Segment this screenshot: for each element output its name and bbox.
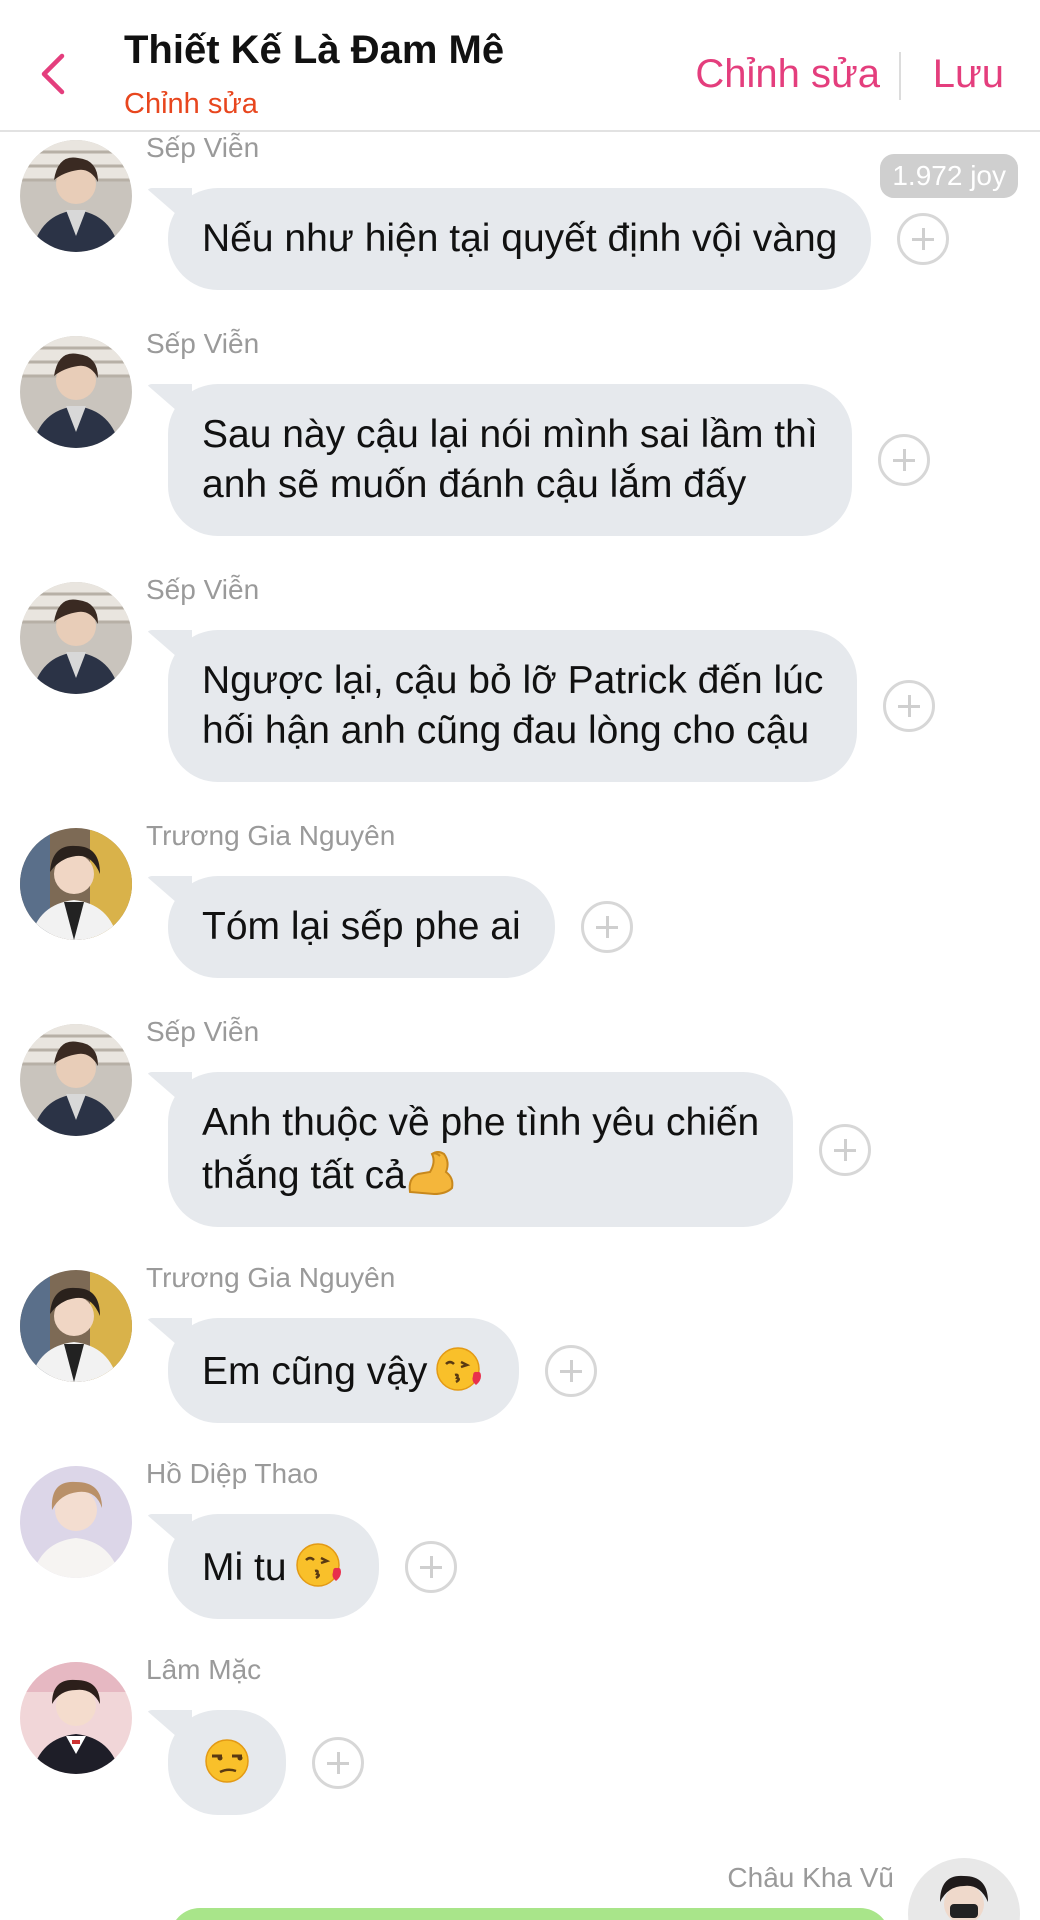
joy-badge: 1.972 joy [880,154,1018,198]
message-bubble[interactable] [168,1710,286,1815]
add-reaction-button[interactable] [545,1344,598,1397]
own-sender-name: Châu Kha Vũ [727,1862,894,1893]
header-divider [899,52,901,100]
avatar[interactable] [20,1024,132,1136]
add-reaction-button[interactable] [883,680,936,732]
sender-name: Trương Gia Nguyên [146,820,396,851]
message-bubble[interactable]: Sau này cậu lại nói mình sai lầm thì anh… [168,384,852,536]
sender-name: Lâm Mặc [146,1654,262,1685]
add-reaction-button[interactable] [404,1540,457,1593]
add-reaction-button[interactable] [877,434,930,486]
sender-name: Sếp Viễn [146,328,260,359]
own-avatar[interactable] [908,1858,1020,1920]
message-bubble[interactable]: Em cũng vậy [168,1318,520,1423]
avatar[interactable] [20,828,132,940]
edit-button[interactable]: Chỉnh sửa [695,52,880,97]
chat-header: Thiết Kế Là Đam Mê Chỉnh sửa Chỉnh sửa L… [0,0,1040,132]
message-text: Em cũng vậy [202,1350,428,1393]
avatar[interactable] [20,1466,132,1578]
message-bubble[interactable]: Nếu như hiện tại quyết định vội vàng [168,188,872,290]
avatar[interactable] [20,1662,132,1774]
back-button[interactable] [34,48,74,100]
add-reaction-button[interactable] [580,901,633,953]
avatar[interactable] [20,1270,132,1382]
save-button[interactable]: Lưu [933,52,1004,97]
add-reaction-button[interactable] [312,1736,364,1789]
message-text: Anh thuộc về phe tình yêu chiến thắng tấ… [202,1101,760,1197]
flexed-biceps-emoji [408,1151,454,1196]
own-message-bubble[interactable] [170,1908,890,1920]
unamused-face-emoji [205,1739,249,1783]
avatar[interactable] [20,336,132,448]
avatar[interactable] [20,582,132,694]
message-bubble[interactable]: Mi tu [168,1514,379,1619]
chat-subtitle[interactable]: Chỉnh sửa [124,88,258,121]
message-bubble[interactable]: Tóm lại sếp phe ai [168,876,555,978]
sender-name: Sếp Viễn [146,574,260,605]
add-reaction-button[interactable] [897,213,950,265]
sender-name: Trương Gia Nguyên [146,1262,396,1293]
add-reaction-button[interactable] [819,1123,872,1176]
sender-name: Hồ Diệp Thao [146,1458,319,1489]
sender-name: Sếp Viễn [146,132,260,163]
chevron-left-icon [41,53,65,95]
face-blowing-kiss-emoji [295,1543,341,1587]
avatar[interactable] [20,140,132,252]
message-bubble[interactable]: Anh thuộc về phe tình yêu chiến thắng tấ… [168,1072,794,1227]
message-text: Mi tu [202,1546,287,1589]
face-blowing-kiss-emoji [436,1347,482,1391]
chat-title: Thiết Kế Là Đam Mê [124,28,505,72]
sender-name: Sếp Viễn [146,1016,260,1047]
message-bubble[interactable]: Ngược lại, cậu bỏ lỡ Patrick đến lúc hối… [168,630,858,782]
